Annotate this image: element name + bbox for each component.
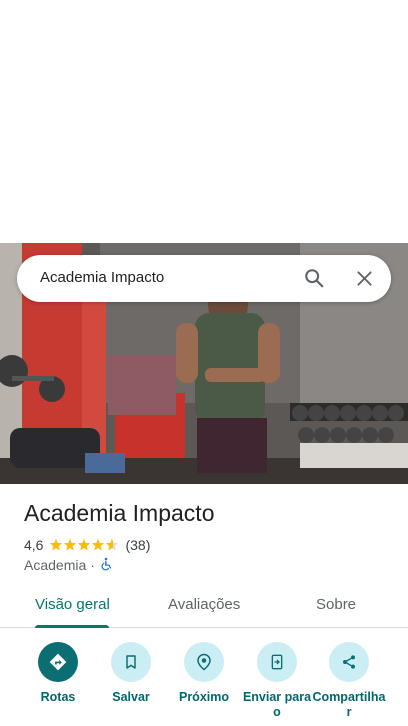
- star-icon: [64, 538, 77, 551]
- bookmark-icon: [111, 642, 151, 682]
- send-to-phone-label: Enviar para o: [242, 690, 312, 719]
- nearby-icon: [184, 642, 224, 682]
- separator: ·: [90, 557, 95, 573]
- tab-reviews[interactable]: Avaliações: [168, 596, 240, 613]
- star-rating: [49, 538, 119, 552]
- category-row: Academia ·: [24, 556, 113, 574]
- tab-overview[interactable]: Visão geral: [35, 596, 110, 613]
- directions-icon: [38, 642, 78, 682]
- search-icon[interactable]: [303, 267, 325, 289]
- star-icon: [78, 538, 91, 551]
- stars-icon: [50, 538, 119, 551]
- nearby-label: Próximo: [178, 690, 229, 704]
- search-input[interactable]: Academia Impacto: [40, 269, 164, 286]
- nearby-button[interactable]: Próximo: [167, 642, 241, 705]
- tab-indicator: [35, 625, 109, 628]
- wheelchair-icon: [99, 557, 113, 574]
- search-bar[interactable]: Academia Impacto: [17, 255, 391, 302]
- save-button[interactable]: Salvar: [94, 642, 168, 705]
- star-icon: [50, 538, 63, 551]
- rating-value: 4,6: [24, 537, 44, 553]
- share-label: Compartilhar: [312, 690, 386, 719]
- share-button[interactable]: Compartilhar: [312, 642, 386, 720]
- close-icon[interactable]: [354, 268, 375, 289]
- review-count[interactable]: (38): [125, 537, 150, 553]
- star-icon: [106, 538, 119, 551]
- place-screen: Academia Impacto Academia Impacto 4,6 (3…: [0, 0, 408, 726]
- tab-about[interactable]: Sobre: [316, 596, 356, 613]
- rating-row[interactable]: 4,6 (38): [24, 536, 150, 554]
- star-icon: [92, 538, 105, 551]
- place-title: Academia Impacto: [24, 500, 215, 526]
- tab-bar: Visão geral Avaliações Sobre: [0, 585, 408, 628]
- category-label: Academia: [24, 557, 87, 573]
- directions-label: Rotas: [40, 690, 76, 704]
- share-icon: [329, 642, 369, 682]
- send-to-phone-icon: [257, 642, 297, 682]
- directions-button[interactable]: Rotas: [21, 642, 95, 705]
- save-label: Salvar: [112, 690, 150, 704]
- send-to-phone-button[interactable]: Enviar para o: [240, 642, 314, 720]
